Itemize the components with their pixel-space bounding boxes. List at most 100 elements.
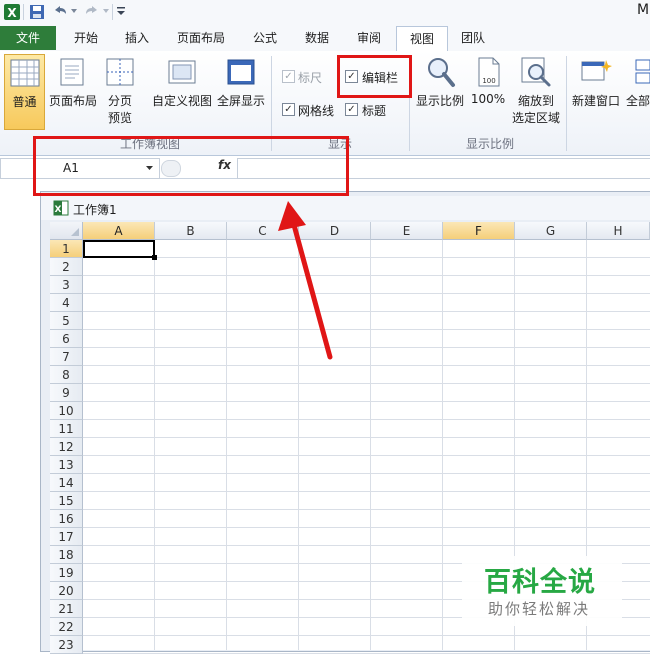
full-screen-button[interactable]: 全屏显示 xyxy=(215,54,267,130)
row-gridline xyxy=(83,509,650,510)
row-header-8[interactable]: 8 xyxy=(50,366,83,384)
highlight-box-formula-bar-option xyxy=(337,55,412,98)
tab-data[interactable]: 数据 xyxy=(292,26,342,50)
select-all-button[interactable] xyxy=(50,222,83,240)
column-header-f[interactable]: F xyxy=(443,222,515,240)
row-header-23[interactable]: 23 xyxy=(50,636,83,654)
row-gridline xyxy=(83,293,650,294)
row-header-18[interactable]: 18 xyxy=(50,546,83,564)
zoom-100-button[interactable]: 100 100% xyxy=(468,54,508,130)
custom-views-button[interactable]: 自定义视图 xyxy=(150,54,214,130)
row-header-2[interactable]: 2 xyxy=(50,258,83,276)
gridlines-checkbox[interactable]: ✓ xyxy=(282,103,295,116)
row-header-16[interactable]: 16 xyxy=(50,510,83,528)
row-gridline xyxy=(83,347,650,348)
column-header-h[interactable]: H xyxy=(587,222,650,240)
tab-insert[interactable]: 插入 xyxy=(112,26,162,50)
tab-view[interactable]: 视图 xyxy=(396,26,448,53)
row-gridline xyxy=(83,419,650,420)
zoom-button[interactable]: 显示比例 xyxy=(414,54,466,130)
zoom-to-selection-button[interactable]: 缩放到 选定区域 xyxy=(510,54,562,130)
undo-icon[interactable] xyxy=(50,3,68,21)
zoom-100-icon-text: 100 xyxy=(482,77,495,85)
row-header-1[interactable]: 1 xyxy=(50,240,83,258)
tab-formulas[interactable]: 公式 xyxy=(240,26,290,50)
headings-checkbox[interactable]: ✓ xyxy=(345,103,358,116)
group-separator xyxy=(566,56,567,151)
row-header-14[interactable]: 14 xyxy=(50,474,83,492)
window-title: M xyxy=(637,2,650,18)
save-icon[interactable] xyxy=(28,3,46,21)
row-gridline xyxy=(83,437,650,438)
row-gridline xyxy=(83,473,650,474)
customize-qat-icon[interactable] xyxy=(116,5,126,17)
column-header-a[interactable]: A xyxy=(83,222,155,240)
select-all-triangle-icon xyxy=(71,228,79,236)
fill-handle[interactable] xyxy=(152,255,157,260)
row-gridline xyxy=(83,329,650,330)
qat-separator xyxy=(112,4,113,20)
page-layout-view-label: 页面布局 xyxy=(48,94,97,108)
row-header-17[interactable]: 17 xyxy=(50,528,83,546)
new-window-icon xyxy=(581,60,612,81)
row-header-10[interactable]: 10 xyxy=(50,402,83,420)
row-header-19[interactable]: 19 xyxy=(50,564,83,582)
row-gridline xyxy=(83,401,650,402)
row-gridline xyxy=(83,311,650,312)
tab-review[interactable]: 审阅 xyxy=(344,26,394,50)
row-gridline xyxy=(83,545,650,546)
row-header-15[interactable]: 15 xyxy=(50,492,83,510)
redo-dropdown-icon[interactable] xyxy=(102,8,110,14)
tab-team[interactable]: 团队 xyxy=(448,26,498,50)
annotation-arrow xyxy=(278,201,333,360)
column-header-b[interactable]: B xyxy=(155,222,227,240)
row-header-3[interactable]: 3 xyxy=(50,276,83,294)
zoom-to-selection-label-2: 选定区域 xyxy=(511,111,560,125)
ruler-checkbox[interactable]: ✓ xyxy=(282,70,295,83)
tab-file[interactable]: 文件 xyxy=(0,26,56,50)
column-gridline xyxy=(442,240,443,650)
row-header-9[interactable]: 9 xyxy=(50,384,83,402)
row-gridline xyxy=(83,275,650,276)
column-gridline xyxy=(370,240,371,650)
row-gridline xyxy=(83,257,650,258)
active-cell[interactable] xyxy=(83,240,155,258)
row-header-11[interactable]: 11 xyxy=(50,420,83,438)
arrange-all-icon xyxy=(635,59,650,84)
column-header-e[interactable]: E xyxy=(371,222,443,240)
row-header-12[interactable]: 12 xyxy=(50,438,83,456)
page-layout-icon xyxy=(60,58,84,86)
column-header-g[interactable]: G xyxy=(515,222,587,240)
page-break-preview-label-1: 分页 xyxy=(107,94,132,108)
column-gridline xyxy=(154,240,155,650)
page-break-preview-icon xyxy=(106,58,134,86)
redo-icon[interactable] xyxy=(82,3,100,21)
row-header-6[interactable]: 6 xyxy=(50,330,83,348)
row-header-21[interactable]: 21 xyxy=(50,600,83,618)
tab-page-layout[interactable]: 页面布局 xyxy=(166,26,236,50)
row-gridline xyxy=(83,527,650,528)
row-header-7[interactable]: 7 xyxy=(50,348,83,366)
page-break-preview-button[interactable]: 分页 预览 xyxy=(100,54,140,130)
row-header-5[interactable]: 5 xyxy=(50,312,83,330)
excel-logo-icon: X xyxy=(4,4,20,20)
quick-access-toolbar: X M xyxy=(0,0,650,24)
page-layout-view-button[interactable]: 页面布局 xyxy=(48,54,98,130)
row-header-20[interactable]: 20 xyxy=(50,582,83,600)
column-gridline xyxy=(226,240,227,650)
new-window-label: 新建窗口 xyxy=(571,94,620,108)
row-header-4[interactable]: 4 xyxy=(50,294,83,312)
undo-dropdown-icon[interactable] xyxy=(70,8,78,14)
arrange-all-button[interactable]: 全部 xyxy=(624,54,650,130)
row-gridline xyxy=(83,491,650,492)
new-window-button[interactable]: 新建窗口 xyxy=(570,54,622,130)
custom-views-icon xyxy=(168,60,196,84)
ruler-label: 标尺 xyxy=(298,71,323,85)
normal-view-button[interactable]: 普通 xyxy=(4,54,45,130)
row-header-13[interactable]: 13 xyxy=(50,456,83,474)
svg-text:X: X xyxy=(55,205,62,215)
row-gridline xyxy=(83,365,650,366)
row-header-22[interactable]: 22 xyxy=(50,618,83,636)
zoom-100-icon: 100 xyxy=(478,57,500,87)
tab-home[interactable]: 开始 xyxy=(60,26,112,50)
